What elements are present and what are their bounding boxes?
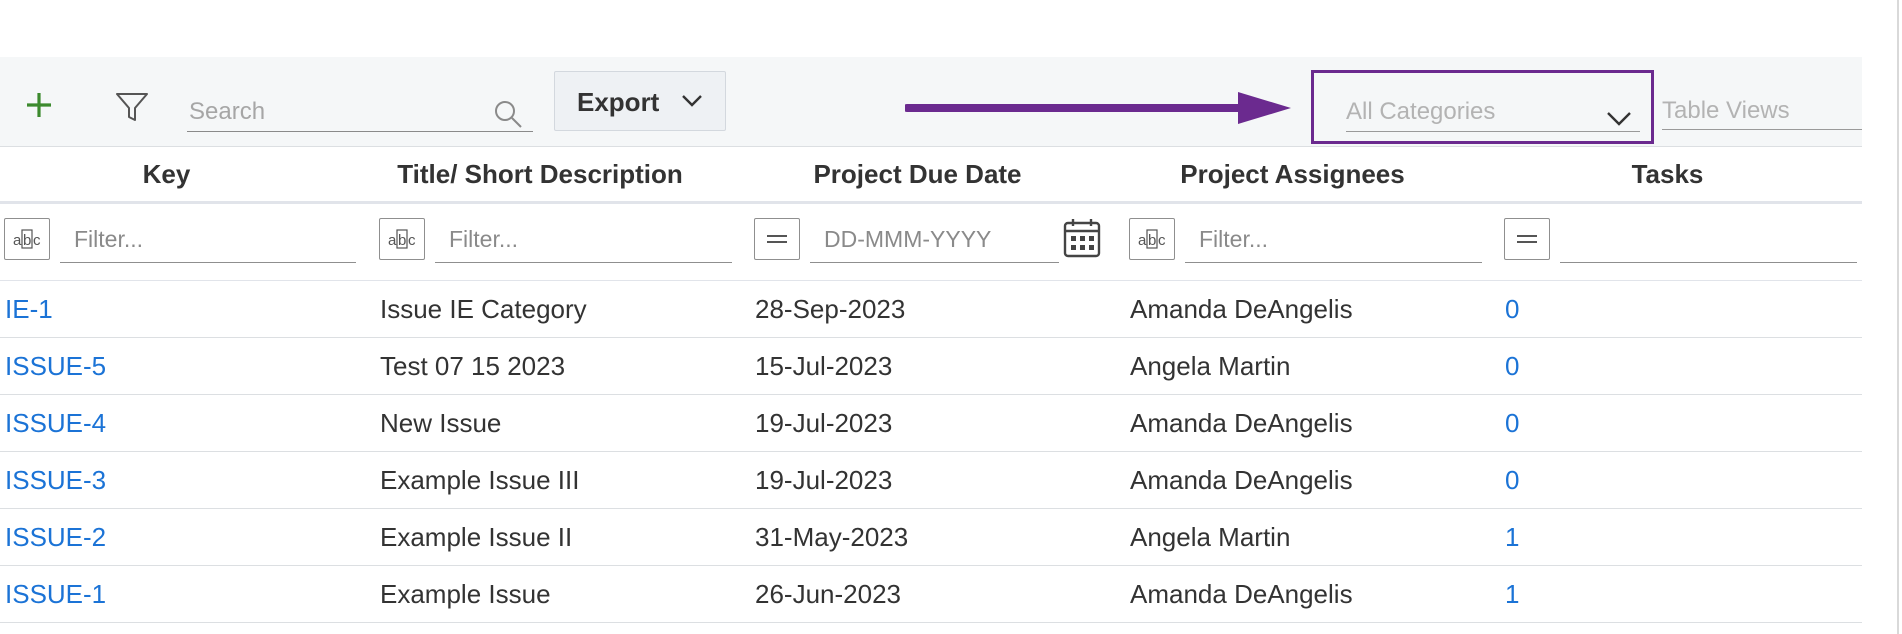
key-filter-input[interactable] <box>60 222 356 256</box>
tasks-count-link[interactable]: 0 <box>1505 351 1519 382</box>
filter-button[interactable] <box>112 87 152 127</box>
equals-icon <box>767 235 787 243</box>
tasks-filter-input[interactable] <box>1560 222 1857 256</box>
search-field <box>187 93 533 132</box>
column-header-key[interactable]: Key <box>0 159 333 190</box>
issue-title: Example Issue <box>380 579 551 609</box>
equals-icon <box>1517 235 1537 243</box>
table-views-placeholder: Table Views <box>1662 97 1790 124</box>
column-header-assignees[interactable]: Project Assignees <box>1120 159 1465 190</box>
tasks-count-link[interactable]: 0 <box>1505 294 1519 325</box>
tasks-filter-operator-button[interactable] <box>1504 218 1550 260</box>
issue-title: Example Issue II <box>380 522 573 552</box>
assignees-filter-field <box>1185 216 1482 263</box>
calendar-icon[interactable] <box>1063 218 1101 258</box>
issue-key-link[interactable]: IE-1 <box>5 294 53 325</box>
table-row[interactable]: ISSUE-2 Example Issue II 31-May-2023 Ang… <box>0 509 1897 566</box>
svg-text:b: b <box>398 232 406 249</box>
search-icon[interactable] <box>493 99 523 129</box>
export-label: Export <box>577 87 660 117</box>
categories-dropdown[interactable]: All Categories <box>1346 93 1640 132</box>
key-filter-field <box>60 216 356 263</box>
categories-highlight-box: All Categories <box>1311 70 1654 144</box>
svg-text:c: c <box>33 232 41 249</box>
key-filter-operator-button[interactable]: a b c <box>4 218 50 260</box>
assignees-filter-operator-button[interactable]: a b c <box>1129 218 1175 260</box>
issue-due-date: 31-May-2023 <box>755 522 909 552</box>
chevron-down-icon <box>682 95 702 107</box>
issue-due-date: 19-Jul-2023 <box>755 465 893 495</box>
svg-text:b: b <box>1148 232 1156 249</box>
issue-assignee: Amanda DeAngelis <box>1130 408 1353 438</box>
table-row[interactable]: ISSUE-1 Example Issue 26-Jun-2023 Amanda… <box>0 566 1897 623</box>
tasks-count-link[interactable]: 1 <box>1505 522 1519 553</box>
svg-text:a: a <box>1138 232 1147 249</box>
export-button[interactable]: Export <box>554 71 726 131</box>
table-header: Key Title/ Short Description Project Due… <box>0 147 1897 204</box>
text-filter-icon: a b c <box>13 229 41 249</box>
search-input[interactable] <box>187 93 481 131</box>
column-header-title[interactable]: Title/ Short Description <box>370 159 710 190</box>
issue-due-date: 15-Jul-2023 <box>755 351 893 381</box>
assignees-filter-input[interactable] <box>1185 222 1482 256</box>
tasks-count-link[interactable]: 1 <box>1505 579 1519 610</box>
svg-text:a: a <box>388 232 397 249</box>
top-blank-area <box>0 0 1862 57</box>
table-row[interactable]: ISSUE-4 New Issue 19-Jul-2023 Amanda DeA… <box>0 395 1897 452</box>
issue-title: Test 07 15 2023 <box>380 351 566 381</box>
right-edge-margin <box>1862 0 1902 634</box>
title-filter-field <box>435 216 732 263</box>
issue-assignee: Angela Martin <box>1130 522 1291 552</box>
chevron-down-icon <box>1607 112 1631 126</box>
issue-key-link[interactable]: ISSUE-5 <box>5 351 106 382</box>
due-date-filter-input[interactable] <box>810 222 1059 256</box>
table-row[interactable]: ISSUE-3 Example Issue III 19-Jul-2023 Am… <box>0 452 1897 509</box>
issue-key-link[interactable]: ISSUE-3 <box>5 465 106 496</box>
due-date-filter-field <box>810 216 1059 263</box>
svg-text:a: a <box>13 232 22 249</box>
title-filter-operator-button[interactable]: a b c <box>379 218 425 260</box>
column-header-due-date[interactable]: Project Due Date <box>745 159 1090 190</box>
funnel-icon <box>116 93 148 121</box>
svg-text:c: c <box>1158 232 1166 249</box>
issue-assignee: Angela Martin <box>1130 351 1291 381</box>
issue-title: New Issue <box>380 408 502 438</box>
svg-text:c: c <box>408 232 416 249</box>
table-row[interactable]: ISSUE-5 Test 07 15 2023 15-Jul-2023 Ange… <box>0 338 1897 395</box>
issue-assignee: Amanda DeAngelis <box>1130 294 1353 324</box>
column-header-tasks[interactable]: Tasks <box>1495 159 1840 190</box>
issue-due-date: 26-Jun-2023 <box>755 579 901 609</box>
text-filter-icon: a b c <box>1138 229 1166 249</box>
issue-key-link[interactable]: ISSUE-2 <box>5 522 106 553</box>
svg-text:b: b <box>23 232 31 249</box>
tasks-count-link[interactable]: 0 <box>1505 465 1519 496</box>
tasks-filter-field <box>1560 216 1857 263</box>
issue-due-date: 19-Jul-2023 <box>755 408 893 438</box>
table-row[interactable]: IE-1 Issue IE Category 28-Sep-2023 Amand… <box>0 281 1897 338</box>
plus-icon <box>27 93 51 117</box>
issue-key-link[interactable]: ISSUE-1 <box>5 579 106 610</box>
issue-assignee: Amanda DeAngelis <box>1130 465 1353 495</box>
due-date-filter-operator-button[interactable] <box>754 218 800 260</box>
issue-title: Issue IE Category <box>380 294 587 324</box>
tasks-count-link[interactable]: 0 <box>1505 408 1519 439</box>
arrow-annotation-icon <box>905 92 1291 124</box>
window-edge-divider <box>1897 0 1899 634</box>
issue-key-link[interactable]: ISSUE-4 <box>5 408 106 439</box>
filter-row: a b c a b c <box>0 204 1897 283</box>
title-filter-input[interactable] <box>435 222 732 256</box>
issue-due-date: 28-Sep-2023 <box>755 294 906 324</box>
issue-title: Example Issue III <box>380 465 580 495</box>
add-button[interactable] <box>18 84 60 126</box>
issue-assignee: Amanda DeAngelis <box>1130 579 1353 609</box>
text-filter-icon: a b c <box>388 229 416 249</box>
categories-placeholder: All Categories <box>1346 98 1496 125</box>
